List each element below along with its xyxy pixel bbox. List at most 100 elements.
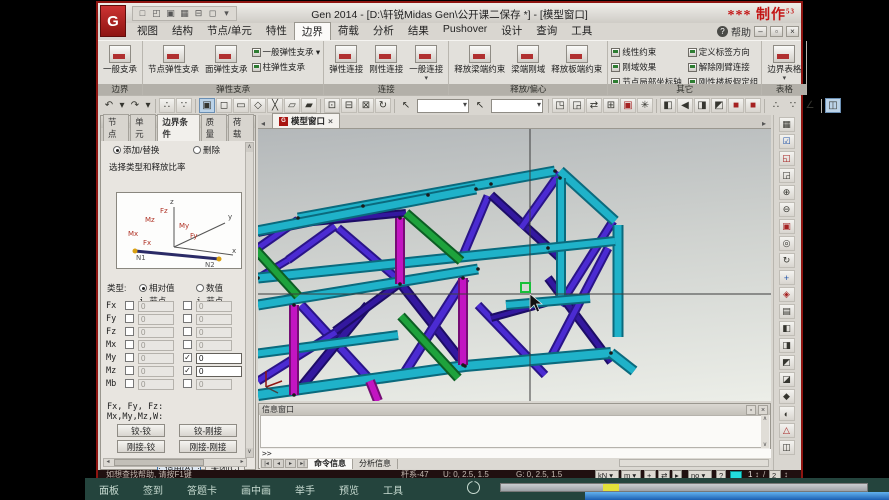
mode-radio-add[interactable]: 添加/替换 bbox=[113, 144, 159, 156]
checkbox-i-Fz[interactable] bbox=[125, 327, 134, 336]
scroll-down-icon[interactable]: ∨ bbox=[246, 448, 253, 457]
joint-node[interactable] bbox=[609, 351, 613, 355]
joint-node[interactable] bbox=[476, 267, 480, 271]
menu-特性[interactable]: 特性 bbox=[259, 22, 294, 42]
beam-member[interactable] bbox=[560, 171, 615, 221]
menu-结构[interactable]: 结构 bbox=[165, 22, 200, 42]
pick-icon[interactable]: ↖ bbox=[472, 98, 488, 113]
field-j-Fy[interactable]: 0 bbox=[196, 314, 232, 325]
select-window-icon[interactable]: ▭ bbox=[233, 98, 249, 113]
redo-icon[interactable]: ↷ bbox=[127, 98, 143, 113]
display-check-icon[interactable]: ☑ bbox=[779, 134, 795, 149]
menu-Pushover[interactable]: Pushover bbox=[436, 22, 494, 42]
joint-node[interactable] bbox=[292, 303, 296, 307]
select-previous-icon[interactable]: ◻ bbox=[216, 98, 232, 113]
field-j-My[interactable]: 0 bbox=[196, 353, 242, 364]
left-view-icon[interactable]: ◧ bbox=[779, 321, 795, 336]
menu-视图[interactable]: 视图 bbox=[130, 22, 165, 42]
menu-边界[interactable]: 边界 bbox=[294, 22, 331, 42]
checkbox-j-Fz[interactable] bbox=[183, 327, 192, 336]
preset-铰-刚接[interactable]: 铰-刚接 bbox=[179, 424, 237, 437]
close-button[interactable]: × bbox=[786, 26, 799, 37]
command-prompt[interactable]: >> bbox=[260, 449, 771, 458]
grid-snap-icon[interactable]: ∵ bbox=[785, 98, 801, 113]
shrink-icon[interactable]: ◩ bbox=[711, 98, 727, 113]
pointer-icon[interactable]: ↖ bbox=[398, 98, 414, 113]
ribbon-item-边界表格[interactable]: 边界表格▾ bbox=[765, 43, 803, 83]
ribbon-item-解除刚臂连接[interactable]: 解除刚臂连接 bbox=[688, 61, 759, 73]
menu-查询[interactable]: 查询 bbox=[529, 22, 564, 42]
zoom-fit-small-icon[interactable]: ▣ bbox=[620, 98, 636, 113]
menu-分析[interactable]: 分析 bbox=[366, 22, 401, 42]
select-polygon-icon[interactable]: ◇ bbox=[250, 98, 266, 113]
field-i-My[interactable]: 0 bbox=[138, 353, 174, 364]
menu-设计[interactable]: 设计 bbox=[494, 22, 529, 42]
checkbox-i-Fy[interactable] bbox=[125, 314, 134, 323]
checkbox-i-My[interactable] bbox=[125, 353, 134, 362]
message-window-header[interactable]: 信息窗口 ▫ × bbox=[259, 404, 770, 415]
walk-view-icon[interactable]: △ bbox=[779, 423, 795, 438]
checkbox-j-Fy[interactable] bbox=[183, 314, 192, 323]
node-snap-icon[interactable]: ∴ bbox=[768, 98, 784, 113]
ribbon-item-一般连接[interactable]: 一般连接▾ bbox=[407, 43, 445, 83]
app-logo-icon[interactable]: G bbox=[100, 5, 126, 37]
checkbox-i-Mx[interactable] bbox=[125, 340, 134, 349]
scrollbar-thumb[interactable] bbox=[114, 459, 204, 466]
perspective-view-icon[interactable]: ◆ bbox=[779, 389, 795, 404]
checkbox-j-Mz[interactable]: ✓ bbox=[183, 366, 192, 375]
redraw-icon[interactable]: ✳ bbox=[637, 98, 653, 113]
element-display-icon[interactable]: ∵ bbox=[176, 98, 192, 113]
help-label[interactable]: 帮助 bbox=[731, 24, 751, 39]
field-i-Mx[interactable]: 0 bbox=[138, 340, 174, 351]
message-nav-◂[interactable]: ◂ bbox=[273, 459, 284, 468]
deactivate-icon[interactable]: ◲ bbox=[569, 98, 585, 113]
joint-node[interactable] bbox=[558, 176, 562, 180]
iso-view-icon[interactable]: ◈ bbox=[779, 287, 795, 302]
restore-button[interactable]: ▫ bbox=[770, 26, 783, 37]
type-radio-relative[interactable]: 相对值 bbox=[139, 282, 175, 294]
ribbon-item-柱弹性支承[interactable]: 柱弹性支承 bbox=[252, 61, 321, 73]
message-pin-icon[interactable]: ▫ bbox=[746, 405, 756, 415]
message-close-icon[interactable]: × bbox=[758, 405, 768, 415]
activate-all-icon[interactable]: ⊞ bbox=[603, 98, 619, 113]
ribbon-item-面弹性支承[interactable]: 面弹性支承 bbox=[203, 43, 250, 83]
checkbox-i-Fx[interactable] bbox=[125, 301, 134, 310]
minimize-button[interactable]: – bbox=[754, 26, 767, 37]
ribbon-item-一般弹性支承[interactable]: 一般弹性支承 ▾ bbox=[252, 46, 321, 58]
field-j-Mz[interactable]: 0 bbox=[196, 366, 242, 377]
scroll-down-icon[interactable]: ∨ bbox=[761, 441, 769, 448]
checkbox-i-Mz[interactable] bbox=[125, 366, 134, 375]
power-icon[interactable] bbox=[467, 481, 480, 494]
tree-tab-荷载[interactable]: 荷载 bbox=[228, 114, 254, 141]
joint-node[interactable] bbox=[398, 216, 402, 220]
ribbon-item-弹性连接[interactable]: 弹性连接 bbox=[327, 43, 365, 83]
menu-结果[interactable]: 结果 bbox=[401, 22, 436, 42]
scroll-up-icon[interactable]: ∧ bbox=[761, 415, 769, 422]
ribbon-item-释放板端约束[interactable]: 释放板端约束 bbox=[549, 43, 604, 83]
joint-node[interactable] bbox=[489, 182, 493, 186]
model-viewport[interactable] bbox=[258, 129, 771, 401]
preset-铰-铰[interactable]: 铰-铰 bbox=[117, 424, 165, 437]
zoom-fit-icon[interactable]: ▣ bbox=[779, 219, 795, 234]
select-identity-icon[interactable]: ▣ bbox=[199, 98, 215, 113]
ribbon-item-节点弹性支承[interactable]: 节点弹性支承 bbox=[146, 43, 201, 83]
ribbon-item-刚性连接[interactable]: 刚性连接 bbox=[367, 43, 405, 83]
joint-node[interactable] bbox=[546, 246, 550, 250]
select-recent-icon[interactable]: ↻ bbox=[375, 98, 391, 113]
undo-dropdown-icon[interactable]: ▾ bbox=[118, 98, 126, 113]
ribbon-item-梁端刚域[interactable]: 梁端刚域 bbox=[509, 43, 547, 83]
activate-identity-icon[interactable]: ⇄ bbox=[586, 98, 602, 113]
select-all-icon[interactable]: ⊡ bbox=[324, 98, 340, 113]
top-view-icon[interactable]: ▤ bbox=[779, 304, 795, 319]
joint-node[interactable] bbox=[426, 193, 430, 197]
field-j-Mx[interactable]: 0 bbox=[196, 340, 232, 351]
window-new-icon[interactable]: ◫ bbox=[825, 98, 841, 113]
back-view-icon[interactable]: ◪ bbox=[779, 372, 795, 387]
field-i-Mb[interactable]: 0 bbox=[138, 379, 174, 390]
activate-icon[interactable]: ◳ bbox=[552, 98, 568, 113]
tree-tab-节点[interactable]: 节点 bbox=[103, 114, 129, 141]
scroll-up-icon[interactable]: ∧ bbox=[246, 143, 253, 152]
pan-view-icon[interactable]: + bbox=[779, 270, 795, 285]
field-j-Fx[interactable]: 0 bbox=[196, 301, 232, 312]
checkbox-j-My[interactable]: ✓ bbox=[183, 353, 192, 362]
